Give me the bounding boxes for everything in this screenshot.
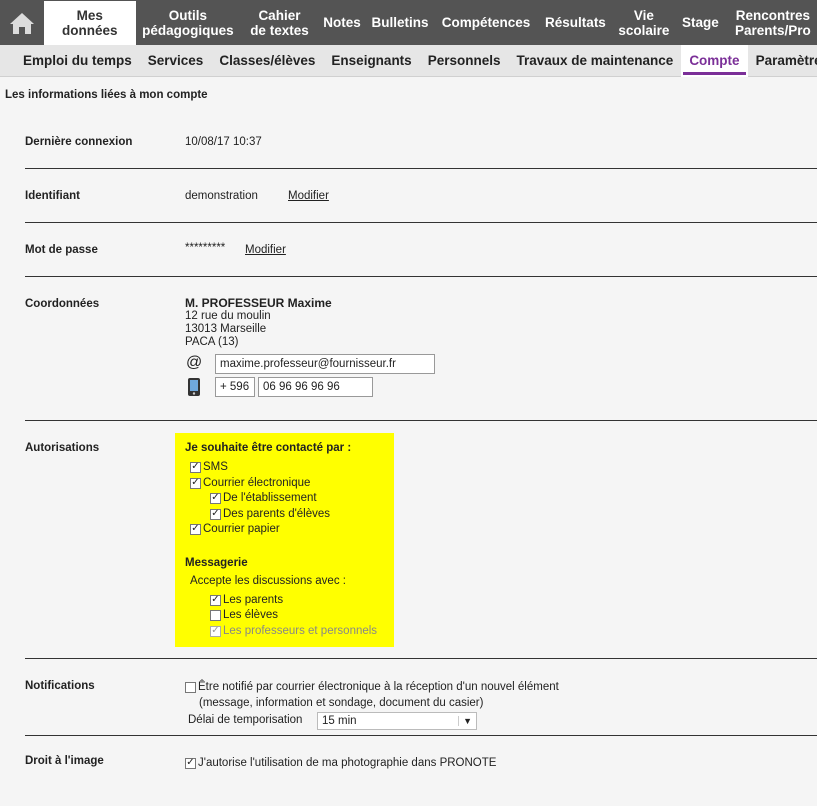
checkmark-icon: ✓ [190, 523, 201, 535]
image-rights-text: J'autorise l'utilisation de ma photograp… [198, 757, 497, 769]
tab-outils-pedagogiques[interactable]: Outils pédagogiques [136, 0, 240, 45]
mobile-phone-icon [187, 377, 201, 402]
subtab-services[interactable]: Services [140, 45, 212, 77]
delay-select[interactable]: 15 min ▼ [317, 712, 477, 730]
tab-resultats[interactable]: Résultats [537, 0, 614, 45]
checkmark-icon: ✓ [210, 508, 221, 520]
from-parents-checkbox[interactable]: ✓ Des parents d'élèves [210, 508, 330, 520]
from-school-checkbox[interactable]: ✓ De l'établissement [210, 492, 317, 504]
separator [25, 735, 817, 736]
separator [25, 276, 817, 277]
teachers-discussion-label: Les professeurs et personnels [223, 625, 378, 637]
modify-password-link[interactable]: Modifier [245, 244, 286, 256]
separator [25, 658, 817, 659]
email-notification-detail: (message, information et sondage, docume… [199, 697, 484, 709]
contact-preference-title: Je souhaite être contacté par : [185, 442, 352, 454]
sms-checkbox[interactable]: ✓ SMS [190, 461, 228, 473]
password-label: Mot de passe [25, 244, 98, 256]
authorizations-label: Autorisations [25, 442, 100, 454]
checkmark-icon: ✓ [185, 757, 196, 769]
delay-value: 15 min [322, 715, 357, 727]
sub-navigation: Emploi du temps Services Classes/élèves … [0, 44, 817, 77]
email-contact-checkbox[interactable]: ✓ Courrier électronique [190, 477, 310, 489]
email-field[interactable]: maxime.professeur@fournisseur.fr [215, 354, 435, 374]
separator [25, 420, 817, 421]
messaging-title: Messagerie [185, 557, 248, 569]
login-value: demonstration [185, 190, 258, 202]
modify-login-link[interactable]: Modifier [288, 190, 329, 202]
delay-label: Délai de temporisation [188, 714, 303, 726]
page-title: Les informations liées à mon compte [5, 89, 208, 101]
tab-bulletins[interactable]: Bulletins [365, 0, 435, 45]
subtab-emploi-du-temps[interactable]: Emploi du temps [15, 45, 140, 77]
subtab-travaux-de-maintenance[interactable]: Travaux de maintenance [508, 45, 681, 77]
phone-prefix-field[interactable]: + 596 [215, 377, 255, 397]
image-rights-label: Droit à l'image [25, 755, 104, 767]
from-school-label: De l'établissement [223, 492, 317, 504]
tab-rencontres-parents-profs[interactable]: Rencontres Parents/Pro [727, 0, 817, 45]
checkmark-icon: ✓ [210, 625, 221, 637]
accept-discussions-text: Accepte les discussions avec : [190, 575, 346, 587]
subtab-parametres[interactable]: Paramètres [748, 45, 817, 77]
notifications-label: Notifications [25, 680, 95, 692]
from-parents-label: Des parents d'élèves [223, 508, 331, 520]
students-discussion-label: Les élèves [223, 609, 278, 621]
email-notification-label: Être notifié par courrier électronique à… [198, 681, 559, 693]
email-notification-checkbox[interactable]: Être notifié par courrier électronique à… [185, 681, 559, 693]
subtab-compte[interactable]: Compte [681, 44, 748, 77]
teachers-discussion-checkbox: ✓ Les professeurs et personnels [210, 625, 377, 637]
subtab-personnels[interactable]: Personnels [420, 45, 509, 77]
image-rights-checkbox[interactable]: ✓ J'autorise l'utilisation de ma photogr… [185, 757, 496, 769]
tab-stage[interactable]: Stage [674, 0, 727, 45]
last-login-label: Dernière connexion [25, 136, 133, 148]
parents-discussion-checkbox[interactable]: ✓ Les parents [210, 594, 283, 606]
address-line: PACA (13) [185, 336, 239, 348]
subtab-classes-eleves[interactable]: Classes/élèves [211, 45, 323, 77]
address-line: 13013 Marseille [185, 323, 267, 335]
at-sign-icon: @ [186, 354, 203, 371]
contact-label: Coordonnées [25, 298, 100, 310]
password-value: ********* [185, 242, 226, 254]
chevron-down-icon: ▼ [458, 716, 472, 726]
paper-mail-checkbox[interactable]: ✓ Courrier papier [190, 523, 280, 535]
checkmark-icon: ✓ [210, 492, 221, 504]
tab-competences[interactable]: Compétences [435, 0, 537, 45]
checkmark-icon: ✓ [210, 594, 221, 606]
top-navigation: Mes données Outils pédagogiques Cahier d… [0, 0, 817, 45]
paper-mail-label: Courrier papier [203, 523, 280, 535]
tab-vie-scolaire[interactable]: Vie scolaire [614, 0, 674, 45]
login-label: Identifiant [25, 190, 80, 202]
tab-mes-donnees[interactable]: Mes données [43, 1, 136, 45]
subtab-enseignants[interactable]: Enseignants [323, 45, 419, 77]
home-button[interactable] [0, 0, 44, 45]
contact-name: M. PROFESSEUR Maxime [185, 296, 332, 310]
empty-checkbox-icon [210, 609, 221, 621]
students-discussion-checkbox[interactable]: Les élèves [210, 609, 278, 621]
home-icon [9, 12, 34, 34]
separator [25, 168, 817, 169]
parents-discussion-label: Les parents [223, 594, 284, 606]
tab-notes[interactable]: Notes [319, 0, 365, 45]
separator [25, 222, 817, 223]
checkmark-icon: ✓ [190, 461, 201, 473]
checkmark-icon: ✓ [190, 477, 201, 489]
address-block: M. PROFESSEUR Maxime 12 rue du moulin 13… [185, 297, 332, 349]
empty-checkbox-icon [185, 681, 196, 693]
tab-cahier-de-textes[interactable]: Cahier de textes [240, 0, 319, 45]
phone-number-field[interactable]: 06 96 96 96 96 [258, 377, 373, 397]
address-line: 12 rue du moulin [185, 310, 271, 322]
sms-label: SMS [203, 461, 228, 473]
last-login-value: 10/08/17 10:37 [185, 136, 262, 148]
email-contact-label: Courrier électronique [203, 477, 311, 489]
